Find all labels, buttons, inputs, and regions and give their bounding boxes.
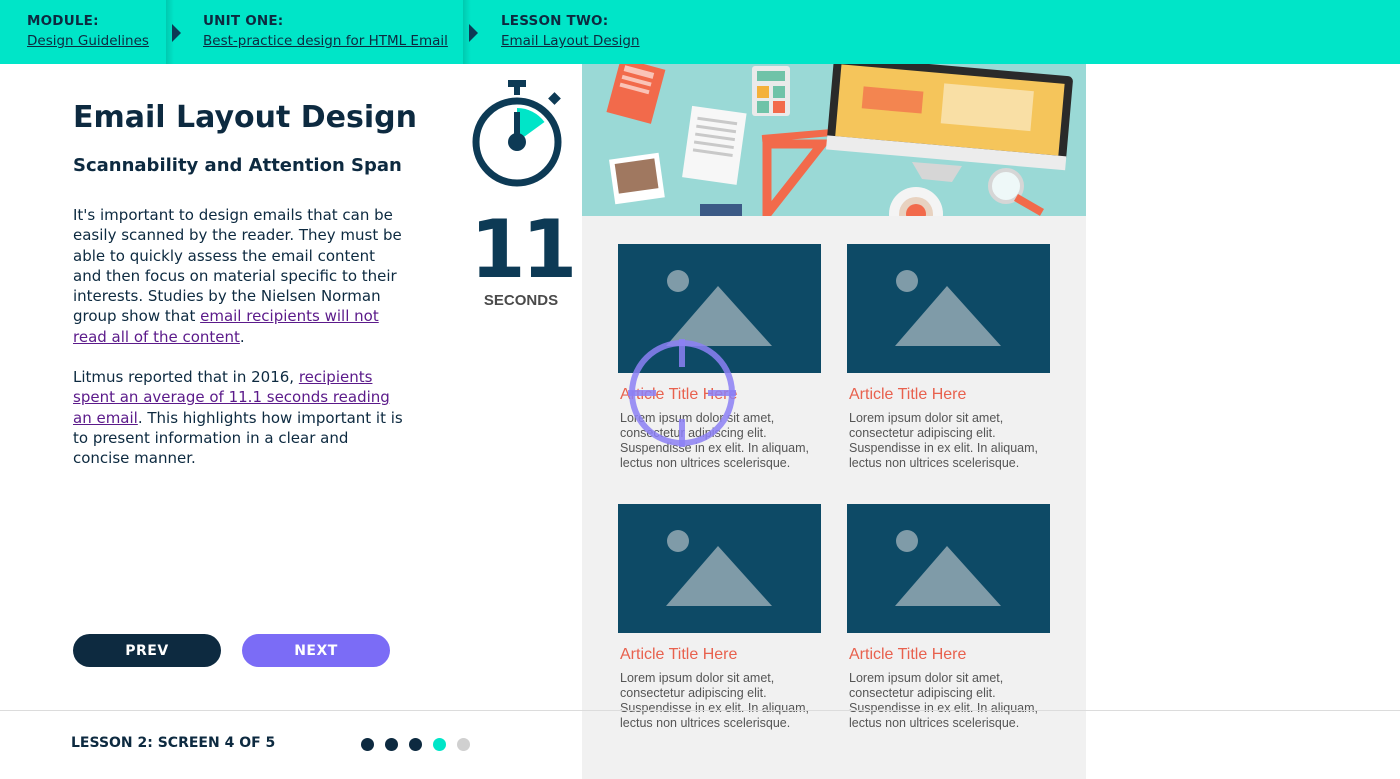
body-paragraph-1: It's important to design emails that can… bbox=[73, 205, 403, 347]
pagination-dots bbox=[361, 738, 470, 751]
timer-value: 11 bbox=[470, 203, 577, 296]
image-placeholder-icon bbox=[847, 244, 1050, 373]
breadcrumb-heading: UNIT ONE: bbox=[203, 13, 284, 29]
next-button[interactable]: NEXT bbox=[242, 634, 390, 667]
stopwatch-icon bbox=[470, 78, 572, 195]
article-title: Article Title Here bbox=[849, 646, 967, 663]
article-body: Lorem ipsum dolor sit amet, consectetur … bbox=[620, 671, 809, 730]
paragraph-text: Litmus reported that in 2016, bbox=[73, 368, 299, 386]
image-placeholder-icon bbox=[847, 504, 1050, 633]
article-title: Article Title Here bbox=[849, 386, 967, 403]
breadcrumb: MODULE: Design Guidelines UNIT ONE: Best… bbox=[0, 0, 1400, 64]
pagination-dot-1[interactable] bbox=[361, 738, 374, 751]
footer-divider bbox=[0, 710, 1400, 711]
article-body: Lorem ipsum dolor sit amet, consectetur … bbox=[849, 671, 1038, 730]
breadcrumb-link-lesson[interactable]: Email Layout Design bbox=[501, 33, 640, 49]
article-card[interactable]: Article Title Here Lorem ipsum dolor sit… bbox=[618, 504, 821, 731]
chevron-right-icon bbox=[172, 24, 181, 42]
article-title: Article Title Here bbox=[620, 646, 738, 663]
image-placeholder-icon bbox=[618, 504, 821, 633]
body-paragraph-2: Litmus reported that in 2016, recipients… bbox=[73, 367, 403, 468]
pagination-dot-5[interactable] bbox=[457, 738, 470, 751]
article-body: Lorem ipsum dolor sit amet, consectetur … bbox=[849, 411, 1038, 470]
breadcrumb-heading: MODULE: bbox=[27, 13, 99, 29]
breadcrumb-link-unit[interactable]: Best-practice design for HTML Email bbox=[203, 33, 448, 49]
breadcrumb-heading: LESSON TWO: bbox=[501, 13, 609, 29]
prev-button[interactable]: PREV bbox=[73, 634, 221, 667]
chevron-right-icon bbox=[469, 24, 478, 42]
page-title: Email Layout Design bbox=[73, 100, 417, 135]
hero-illustration bbox=[582, 64, 1086, 216]
article-card[interactable]: Article Title Here Lorem ipsum dolor sit… bbox=[847, 504, 1050, 731]
breadcrumb-lesson: LESSON TWO: Email Layout Design bbox=[501, 0, 640, 64]
crosshair-icon bbox=[626, 337, 738, 454]
timer-unit-label: SECONDS bbox=[483, 292, 559, 309]
breadcrumb-unit: UNIT ONE: Best-practice design for HTML … bbox=[203, 0, 448, 64]
screen-progress-label: LESSON 2: SCREEN 4 OF 5 bbox=[71, 735, 276, 751]
pagination-dot-2[interactable] bbox=[385, 738, 398, 751]
pagination-dot-3[interactable] bbox=[409, 738, 422, 751]
article-card[interactable]: Article Title Here Lorem ipsum dolor sit… bbox=[847, 244, 1050, 471]
pagination-dot-4[interactable] bbox=[433, 738, 446, 751]
page-subtitle: Scannability and Attention Span bbox=[73, 155, 402, 176]
breadcrumb-link-module[interactable]: Design Guidelines bbox=[27, 33, 149, 49]
breadcrumb-module: MODULE: Design Guidelines bbox=[27, 0, 149, 64]
paragraph-text: . bbox=[239, 327, 245, 346]
